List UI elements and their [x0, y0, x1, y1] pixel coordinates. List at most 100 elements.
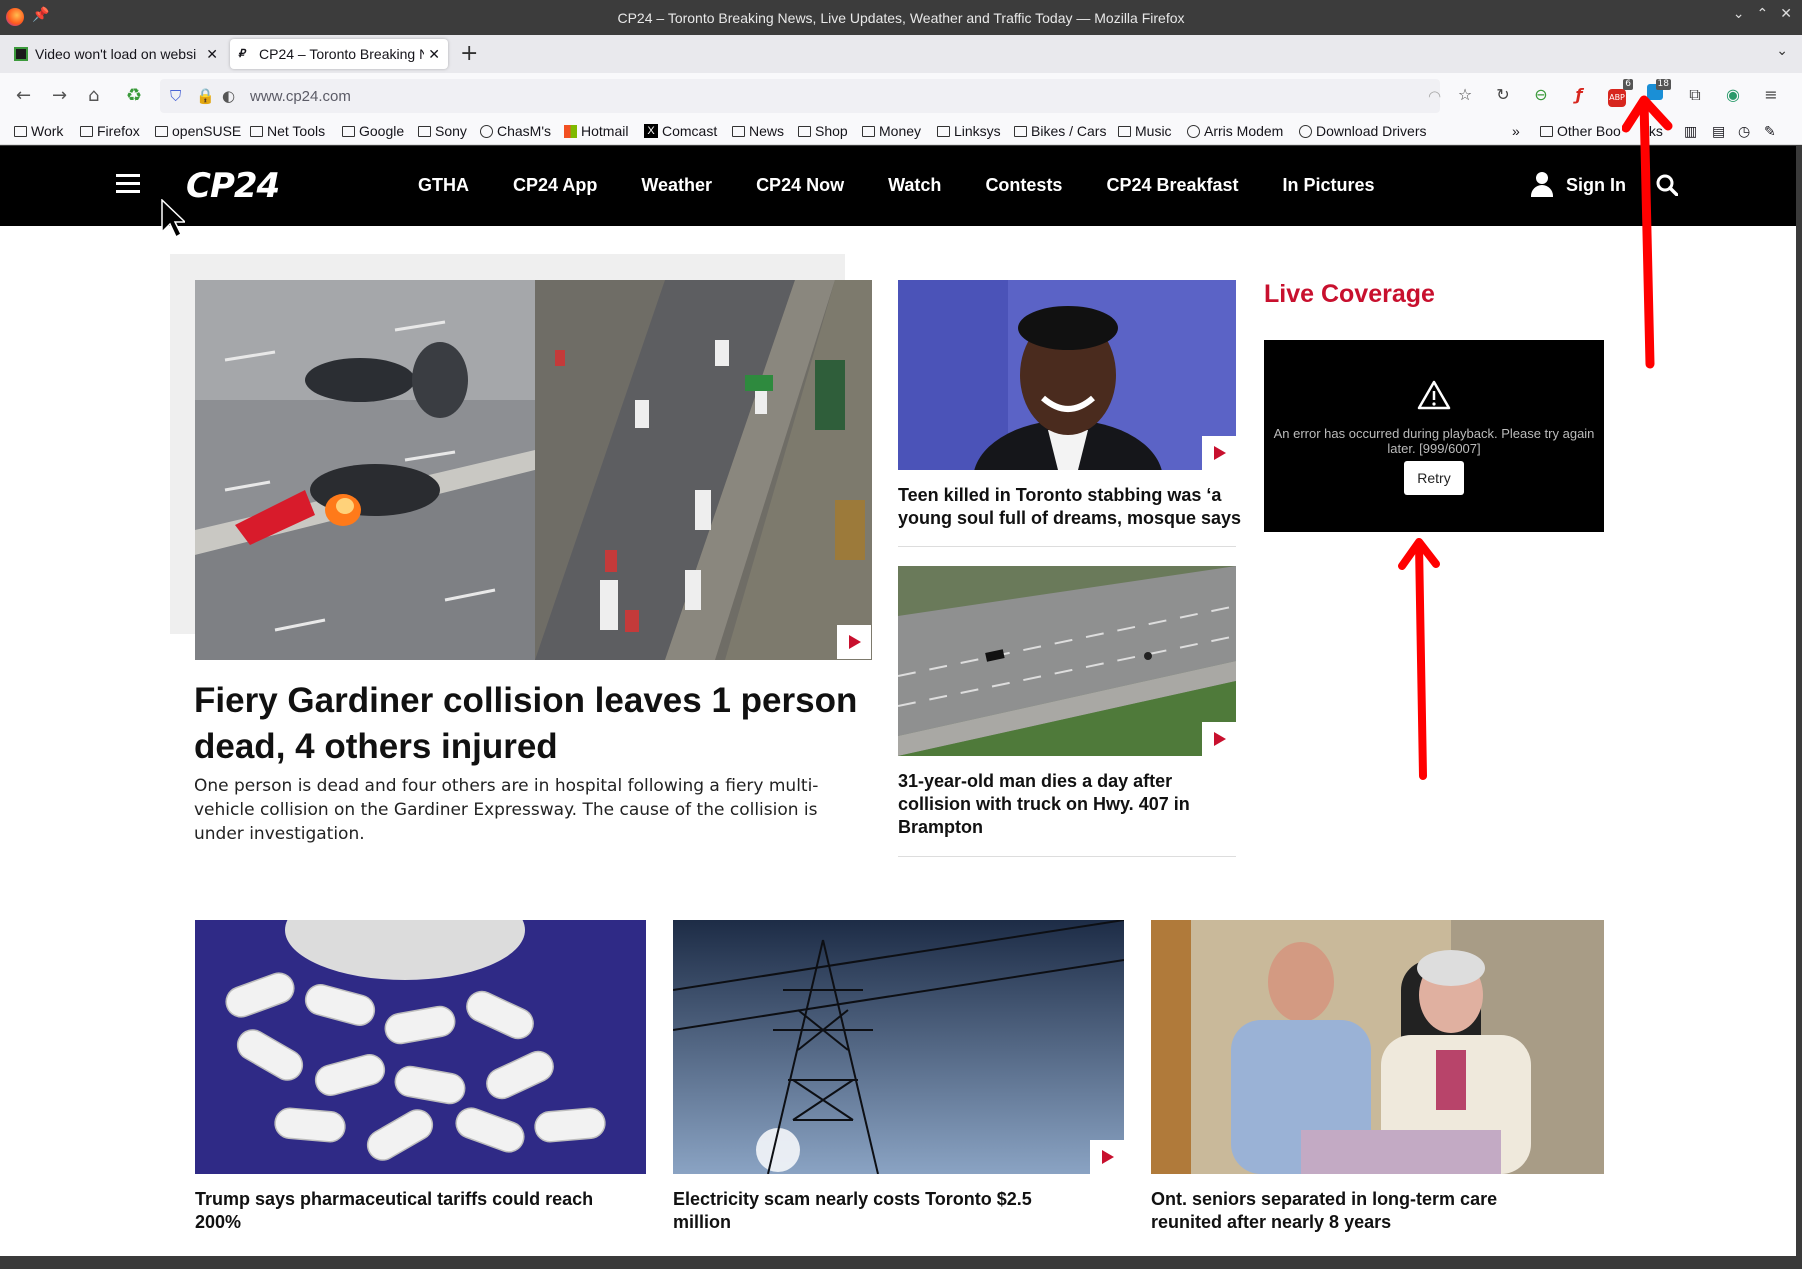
playback-error-message: An error has occurred during playback. P…: [1273, 426, 1595, 456]
tab-video-wont-load[interactable]: Video won't load on websi ✕: [6, 39, 226, 69]
bookmark-chasms[interactable]: ChasM's: [480, 123, 551, 139]
url-bar[interactable]: ⛉ 🔒 ◐ www.cp24.com ◠: [160, 79, 1441, 113]
home-icon[interactable]: ⌂: [88, 85, 99, 106]
bookmark-hotmail[interactable]: Hotmail: [564, 123, 628, 139]
web-page: CP24 GTHA CP24 App Weather CP24 Now Watc…: [0, 146, 1796, 1256]
folder-icon: [862, 125, 875, 137]
nav-cp24-breakfast[interactable]: CP24 Breakfast: [1106, 175, 1238, 196]
close-tab-icon[interactable]: ✕: [206, 46, 218, 63]
tracking-protection-shield-icon[interactable]: ⛉: [170, 87, 181, 105]
extension-count-badge: 18: [1655, 79, 1671, 90]
lead-story-summary: One person is dead and four others are i…: [194, 776, 819, 844]
lead-story-image[interactable]: [195, 280, 872, 660]
card-image-pills[interactable]: [195, 920, 646, 1174]
extensions-puzzle-icon[interactable]: ⧉: [1684, 84, 1706, 106]
back-icon[interactable]: ←: [16, 85, 31, 106]
nav-in-pictures[interactable]: In Pictures: [1283, 175, 1375, 196]
bookmark-sony[interactable]: Sony: [418, 123, 467, 139]
sign-in-button[interactable]: Sign In: [1530, 172, 1626, 198]
tab-label: CP24 – Toronto Breaking N: [259, 46, 425, 62]
nav-toolbar: ← → ⌂ ♻ ⛉ 🔒 ◐ www.cp24.com ◠ ☆ ↻ ⊖ ƒ ABP…: [0, 73, 1802, 119]
window-titlebar: 📌 CP24 – Toronto Breaking News, Live Upd…: [0, 0, 1802, 35]
site-favicon-icon: [14, 47, 28, 61]
folder-icon: [798, 125, 811, 137]
permissions-icon[interactable]: ◐: [222, 87, 235, 105]
bookmark-arris-modem[interactable]: Arris Modem: [1187, 123, 1283, 139]
reader-view-icon[interactable]: ◠: [1428, 87, 1441, 105]
extension-circle-icon[interactable]: ◉: [1722, 84, 1744, 106]
video-play-icon[interactable]: [837, 625, 871, 659]
bookmark-linksys[interactable]: Linksys: [937, 123, 1001, 139]
side-story-headline-hwy407[interactable]: 31-year-old man dies a day after collisi…: [898, 770, 1243, 839]
tab-cp24[interactable]: ₽ CP24 – Toronto Breaking N ✕: [230, 39, 448, 69]
flash-icon[interactable]: ƒ: [1568, 84, 1590, 106]
bookmark-work[interactable]: Work: [14, 123, 63, 139]
folder-icon: [342, 125, 355, 137]
library-icon[interactable]: ▤: [1712, 123, 1725, 140]
folder-icon: [80, 125, 93, 137]
nav-cp24-now[interactable]: CP24 Now: [756, 175, 844, 196]
bookmark-net-tools[interactable]: Net Tools: [250, 123, 325, 139]
bookmark-opensuse[interactable]: openSUSE: [155, 123, 241, 139]
nav-cp24-app[interactable]: CP24 App: [513, 175, 597, 196]
side-story-image-teen[interactable]: [898, 280, 1236, 470]
lock-icon[interactable]: 🔒: [196, 87, 215, 105]
retry-button[interactable]: Retry: [1404, 461, 1464, 495]
card-image-power-tower[interactable]: [673, 920, 1124, 1174]
bookmark-money[interactable]: Money: [862, 123, 921, 139]
history-icon[interactable]: ◷: [1738, 123, 1750, 140]
bookmark-music[interactable]: Music: [1118, 123, 1172, 139]
card-headline-seniors[interactable]: Ont. seniors separated in long-term care…: [1151, 1188, 1571, 1234]
folder-icon: [14, 125, 27, 137]
nav-contests[interactable]: Contests: [985, 175, 1062, 196]
bookmark-google[interactable]: Google: [342, 123, 404, 139]
reload-icon[interactable]: ↻: [1492, 84, 1514, 106]
lead-story-headline[interactable]: Fiery Gardiner collision leaves 1 person…: [194, 678, 884, 770]
video-play-icon[interactable]: [1202, 436, 1236, 470]
divider: [898, 856, 1236, 857]
bookmarks-overflow-icon[interactable]: »: [1512, 123, 1520, 139]
nav-weather[interactable]: Weather: [641, 175, 712, 196]
annotation-arrow-up-toolbar: [1622, 95, 1673, 369]
extension-recycle-icon[interactable]: ♻: [126, 85, 142, 106]
nav-gtha[interactable]: GTHA: [418, 175, 469, 196]
folder-icon: [418, 125, 431, 137]
card-image-seniors[interactable]: [1151, 920, 1604, 1174]
divider: [898, 546, 1236, 547]
bookmark-news[interactable]: News: [732, 123, 784, 139]
forward-icon[interactable]: →: [52, 85, 67, 106]
close-window-icon[interactable]: ✕: [1780, 6, 1792, 22]
extension-leaf-icon[interactable]: ⊖: [1530, 84, 1552, 106]
close-tab-icon[interactable]: ✕: [428, 46, 440, 63]
minimize-icon[interactable]: ⌄: [1733, 6, 1745, 22]
card-headline-electricity-scam[interactable]: Electricity scam nearly costs Toronto $2…: [673, 1188, 1093, 1234]
abp-count-badge: 6: [1623, 79, 1633, 90]
list-all-tabs-icon[interactable]: ⌄: [1776, 43, 1788, 59]
bookmark-comcast[interactable]: X Comcast: [644, 123, 717, 139]
side-story-image-hwy407[interactable]: [898, 566, 1236, 756]
bookmarks-toolbar: Work Firefox openSUSE Net Tools Google S…: [0, 119, 1802, 145]
globe-icon: [480, 124, 493, 138]
new-tab-button[interactable]: +: [460, 41, 478, 66]
video-play-icon[interactable]: [1090, 1140, 1124, 1174]
video-player[interactable]: An error has occurred during playback. P…: [1264, 340, 1604, 532]
bookmark-star-icon[interactable]: ☆: [1454, 84, 1476, 106]
bookmark-shop[interactable]: Shop: [798, 123, 848, 139]
video-play-icon[interactable]: [1202, 722, 1236, 756]
sidebar-icon[interactable]: ▥: [1684, 123, 1697, 140]
bookmark-download-drivers[interactable]: Download Drivers: [1299, 123, 1426, 139]
screenshot-icon[interactable]: ✎: [1764, 123, 1776, 140]
url-text[interactable]: www.cp24.com: [250, 88, 351, 105]
bookmark-bikes-cars[interactable]: Bikes / Cars: [1014, 123, 1106, 139]
folder-icon: [732, 125, 745, 137]
bookmark-firefox[interactable]: Firefox: [80, 123, 140, 139]
live-coverage-heading: Live Coverage: [1264, 280, 1435, 308]
app-menu-icon[interactable]: ≡: [1760, 84, 1782, 106]
sign-in-label: Sign In: [1566, 174, 1626, 195]
nav-watch[interactable]: Watch: [888, 175, 941, 196]
cp24-logo[interactable]: CP24: [186, 166, 280, 206]
maximize-icon[interactable]: ⌃: [1757, 6, 1769, 22]
side-story-headline-teen[interactable]: Teen killed in Toronto stabbing was ‘a y…: [898, 484, 1243, 530]
hamburger-menu-icon[interactable]: [116, 174, 140, 194]
card-headline-pharma[interactable]: Trump says pharmaceutical tariffs could …: [195, 1188, 615, 1234]
